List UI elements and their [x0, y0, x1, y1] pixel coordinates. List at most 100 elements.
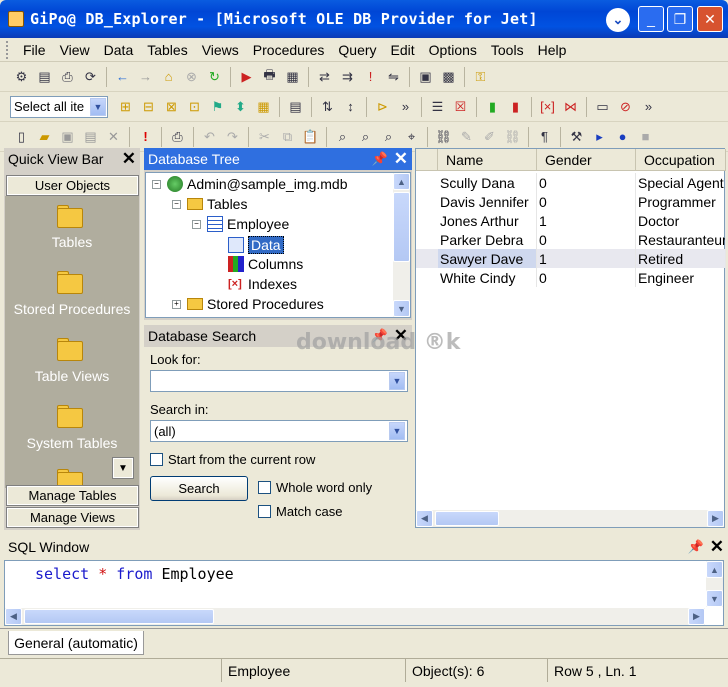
replace-icon[interactable]: ⌕ [379, 127, 398, 146]
folder-view-icon[interactable] [57, 337, 85, 361]
minimize-button[interactable]: _ [638, 6, 664, 32]
cell-occupation[interactable]: Engineer [636, 268, 726, 287]
sort-desc-icon[interactable]: ↕ [341, 97, 360, 116]
table-link-icon[interactable]: ⊡ [185, 97, 204, 116]
index-delete-icon[interactable]: ⋈ [561, 97, 580, 116]
tree-node-data[interactable]: Data [228, 236, 284, 254]
manage-views-button[interactable]: Manage Views [6, 507, 139, 528]
table-row[interactable]: White Cindy 0 Engineer [416, 268, 726, 287]
undo-icon[interactable]: ↶ [200, 127, 219, 146]
import-icon[interactable]: ⇉ [338, 67, 357, 86]
scroll-down-icon[interactable]: ▼ [393, 300, 410, 317]
connect-icon[interactable]: ⚙ [12, 67, 31, 86]
scroll-right-icon[interactable]: ▶ [688, 608, 705, 625]
scroll-up-icon[interactable]: ▲ [706, 561, 723, 578]
cell-occupation[interactable]: Retired [636, 249, 726, 268]
search-button[interactable]: Search [150, 476, 248, 501]
table-row[interactable]: Jones Arthur 1 Doctor [416, 211, 726, 230]
table-structure-icon[interactable]: ▤ [286, 97, 305, 116]
cell-occupation[interactable]: Doctor [636, 211, 726, 230]
cell-gender[interactable]: 0 [537, 173, 636, 192]
menu-tools[interactable]: Tools [484, 42, 531, 58]
pin-icon[interactable]: 📌 [372, 151, 388, 167]
scroll-down-icon[interactable]: ▼ [706, 590, 723, 607]
user-objects-button[interactable]: User Objects [6, 175, 139, 196]
checkbox-box[interactable] [258, 481, 271, 494]
form-icon[interactable]: ▭ [593, 97, 612, 116]
export-icon[interactable]: ▶ [237, 67, 256, 86]
manage-tables-button[interactable]: Manage Tables [6, 485, 139, 506]
cell-name[interactable]: Jones Arthur [438, 211, 537, 230]
folder-procedure-icon[interactable] [57, 270, 85, 294]
chart-icon[interactable]: ▮ [483, 97, 502, 116]
table-copy-icon[interactable]: ⊠ [162, 97, 181, 116]
start-current-row-checkbox[interactable]: Start from the current row [150, 452, 315, 467]
tools-icon[interactable]: ⚒ [567, 127, 586, 146]
delete-icon[interactable]: ✕ [104, 127, 123, 146]
view-delete-icon[interactable]: ☒ [451, 97, 470, 116]
chart-delete-icon[interactable]: ▮ [506, 97, 525, 116]
folder-table-icon[interactable] [57, 204, 85, 228]
cell-gender[interactable]: 1 [537, 249, 636, 268]
chevron-down-icon[interactable]: ▼ [90, 97, 106, 116]
sql-text[interactable]: select * from Employee [35, 565, 234, 583]
chevron-down-icon[interactable]: ⌄ [606, 8, 630, 32]
refresh-db-icon[interactable]: ⟳ [81, 67, 100, 86]
index-icon[interactable]: [×] [538, 97, 557, 116]
link-icon[interactable]: ⛓ [434, 127, 453, 146]
menu-help[interactable]: Help [531, 42, 574, 58]
more-icon-2[interactable]: » [639, 97, 658, 116]
play-icon[interactable]: ▸ [590, 127, 609, 146]
scroll-thumb[interactable] [435, 511, 499, 526]
edit-icon[interactable]: ✎ [457, 127, 476, 146]
paste-icon[interactable]: 📋 [301, 127, 320, 146]
pin-icon[interactable]: 📌 [688, 539, 704, 555]
unlink-icon[interactable]: ⛓ [503, 127, 522, 146]
properties-icon[interactable]: ▣ [416, 67, 435, 86]
cell-name[interactable]: White Cindy [438, 268, 537, 287]
view-list-icon[interactable]: ☰ [428, 97, 447, 116]
filter-icon[interactable]: ⊳ [373, 97, 392, 116]
cell-gender[interactable]: 0 [537, 268, 636, 287]
arrange-icon[interactable]: ⇄ [315, 67, 334, 86]
checkbox-box[interactable] [150, 453, 163, 466]
tree-node-root[interactable]: − Admin@sample_img.mdb [152, 176, 348, 192]
menu-view[interactable]: View [53, 42, 97, 58]
key-icon[interactable]: ⚿ [471, 67, 490, 86]
refresh-icon[interactable]: ↻ [205, 67, 224, 86]
save-all-icon[interactable]: ▤ [81, 127, 100, 146]
form-delete-icon[interactable]: ⊘ [616, 97, 635, 116]
cell-gender[interactable]: 1 [537, 211, 636, 230]
collapse-icon[interactable]: − [152, 179, 161, 189]
sort-asc-icon[interactable]: ⇅ [318, 97, 337, 116]
scroll-right-icon[interactable]: ▶ [707, 510, 724, 527]
chevron-down-icon[interactable]: ▼ [389, 422, 405, 440]
copy-icon[interactable]: ⧉ [278, 127, 297, 146]
edit-alt-icon[interactable]: ✐ [480, 127, 499, 146]
tree-vertical-scrollbar[interactable]: ▲ ▼ [393, 173, 410, 317]
find-icon[interactable]: ⌕ [333, 127, 352, 146]
expand-icon[interactable]: + [172, 299, 181, 309]
qv-item-tables[interactable]: Tables [5, 234, 139, 250]
qv-item-system-tables[interactable]: System Tables [5, 435, 139, 451]
table-row-selected[interactable]: Sawyer Dave 1 Retired [416, 249, 726, 268]
table-row[interactable]: Davis Jennifer 0 Programmer [416, 192, 726, 211]
sql-editor[interactable]: select * from Employee ▲ ▼ ◀ ▶ [4, 560, 724, 626]
chevron-down-icon[interactable]: ▼ [389, 372, 405, 390]
table-props-icon[interactable]: ▦ [254, 97, 273, 116]
match-case-checkbox[interactable]: Match case [258, 504, 342, 519]
menu-file[interactable]: File [16, 42, 53, 58]
save-icon[interactable]: ▣ [58, 127, 77, 146]
scroll-left-icon[interactable]: ◀ [416, 510, 433, 527]
column-header-gender[interactable]: Gender [537, 149, 636, 170]
bookmark-icon[interactable]: ⌖ [402, 127, 421, 146]
column-header-name[interactable]: Name [438, 149, 537, 170]
stop-square-icon[interactable]: ■ [636, 127, 655, 146]
menu-views[interactable]: Views [195, 42, 246, 58]
more-icon[interactable]: » [396, 97, 415, 116]
alert-icon[interactable]: ! [361, 67, 380, 86]
back-arrow-icon[interactable]: ← [113, 67, 132, 86]
tree-node-employee[interactable]: − Employee [192, 216, 289, 232]
sql-horizontal-scrollbar[interactable]: ◀ ▶ [5, 608, 705, 625]
select-all-combo[interactable]: Select all ite ▼ [10, 95, 108, 118]
